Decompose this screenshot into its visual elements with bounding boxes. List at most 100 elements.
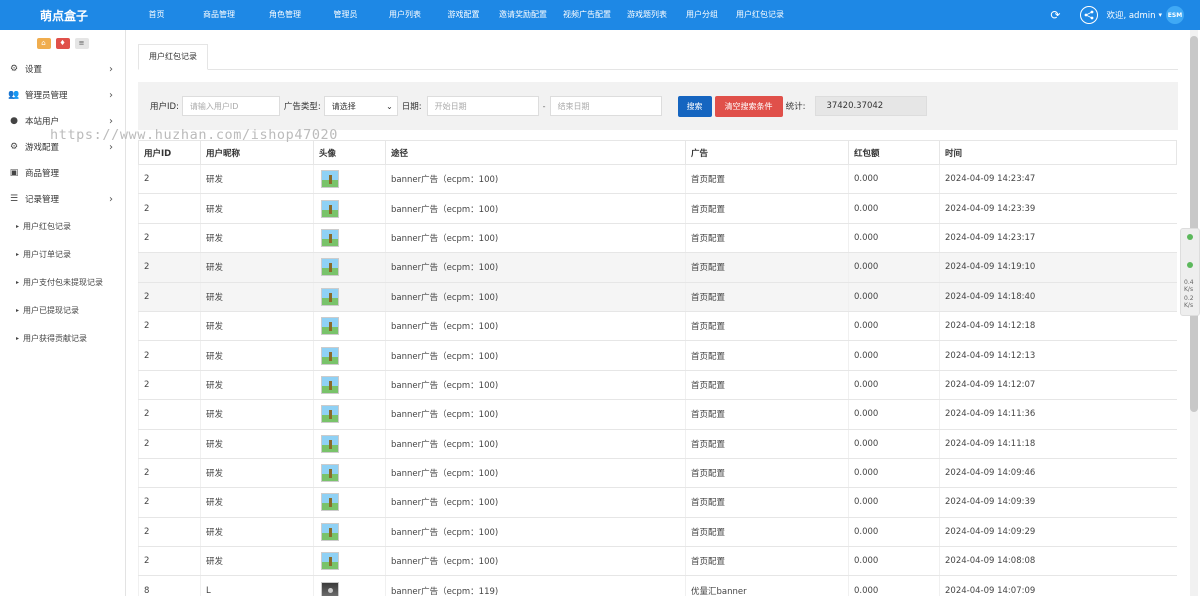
table-row[interactable]: 2 研发 banner广告（ecpm：100) 首页配置 0.000 2024-04-09… [138, 429, 1177, 459]
cell-nickname: 研发 [200, 458, 314, 489]
nav-user-groups[interactable]: 用户分组 [675, 0, 729, 30]
table-row[interactable]: 2 研发 banner广告（ecpm：100) 首页配置 0.000 2024-04-09… [138, 252, 1177, 283]
table-row[interactable]: 2 研发 banner广告（ecpm：100) 首页配置 0.000 2024-04-09… [138, 193, 1177, 224]
menu-icon[interactable]: ≡ [74, 37, 89, 49]
nav-home[interactable]: 首页 [128, 0, 185, 30]
scrollbar-thumb[interactable] [1190, 36, 1198, 412]
app-brand[interactable]: 萌点盒子 [40, 7, 88, 24]
avatar-thumbnail[interactable] [321, 405, 339, 424]
cell-ad: 首页配置 [685, 517, 849, 548]
cell-user-id: 2 [138, 517, 201, 548]
search-button[interactable]: 搜索 [677, 95, 712, 117]
sidebar-item-label: 本站用户 [25, 117, 60, 127]
cell-avatar [313, 517, 386, 548]
sidebar-item-admin-management[interactable]: 👥 管理员管理 › [0, 82, 125, 108]
nav-game-config[interactable]: 游戏配置 [436, 0, 491, 30]
nav-roles[interactable]: 角色管理 [253, 0, 317, 30]
network-speed-widget[interactable]: 0.4 K/s 0.2 K/s [1180, 228, 1200, 316]
start-date-input[interactable]: 开始日期 [426, 96, 539, 116]
table-row[interactable]: 2 研发 banner广告（ecpm：100) 首页配置 0.000 2024-04-09… [138, 340, 1177, 371]
nav-users[interactable]: 用户列表 [374, 0, 436, 30]
avatar-thumbnail[interactable] [321, 199, 339, 218]
sidebar-toggles: ⌂ ♦ ≡ [0, 30, 125, 56]
table-row[interactable]: 2 研发 banner广告（ecpm：100) 首页配置 0.000 2024-04-09… [138, 546, 1177, 577]
cell-path: banner广告（ecpm：100) [385, 399, 686, 430]
table-row[interactable]: 2 研发 banner广告（ecpm：100) 首页配置 0.000 2024-04-09… [138, 282, 1177, 312]
nav-invite-config[interactable]: 邀请奖励配置 [491, 0, 555, 30]
avatar-thumbnail[interactable] [321, 170, 339, 189]
avatar-thumbnail[interactable] [321, 552, 339, 571]
welcome-text[interactable]: 欢迎, admin [1106, 9, 1155, 21]
col-header-amount[interactable]: 红包额 [848, 140, 940, 165]
nav-admins[interactable]: 管理员 [317, 0, 374, 30]
table-row[interactable]: 2 研发 banner广告（ecpm：100) 首页配置 0.000 2024-04-09… [138, 487, 1177, 518]
col-header-user-id[interactable]: 用户ID [138, 140, 201, 165]
cell-nickname: 研发 [200, 399, 314, 430]
header-right: ⟳ 欢迎, admin ▾ ESM [1050, 0, 1184, 30]
avatar-thumbnail[interactable] [321, 287, 339, 306]
cell-user-id: 2 [138, 399, 201, 430]
user-icon[interactable]: ♦ [55, 37, 70, 49]
sidebar-item-products[interactable]: ▣ 商品管理 [0, 160, 125, 186]
avatar-thumbnail[interactable] [321, 434, 339, 453]
cell-time: 2024-04-09 14:23:47 [939, 164, 1177, 195]
avatar-thumbnail[interactable] [321, 317, 339, 336]
end-date-input[interactable]: 结束日期 [549, 96, 662, 116]
user-id-input[interactable]: 请输入用户ID [181, 96, 280, 116]
sidebar-sub-redpacket-records[interactable]: ▸ 用户红包记录 [0, 212, 125, 240]
cell-path: banner广告（ecpm：100) [385, 193, 686, 224]
table-row[interactable]: 2 研发 banner广告（ecpm：100) 首页配置 0.000 2024-04-09… [138, 399, 1177, 430]
chevron-right-icon: › [109, 141, 113, 153]
col-header-ad[interactable]: 广告 [685, 140, 849, 165]
table-header-row: 用户ID 用户昵称 头像 途径 广告 红包额 时间 [138, 140, 1177, 165]
table-row[interactable]: 8 Lbanner广告（ecpm：119) 优量汇banner 0.000 2024-0… [138, 575, 1177, 596]
refresh-icon[interactable]: ⟳ [1050, 8, 1060, 22]
avatar-thumbnail[interactable] [321, 581, 339, 596]
cell-user-id: 2 [138, 164, 201, 195]
nav-game-questions[interactable]: 游戏题列表 [619, 0, 675, 30]
avatar-thumbnail[interactable] [321, 346, 339, 365]
sidebar-item-records[interactable]: ☰ 记录管理 › [0, 186, 125, 212]
sidebar-sub-order-records[interactable]: ▸ 用户订单记录 [0, 240, 125, 268]
table-row[interactable]: 2 研发 banner广告（ecpm：100) 首页配置 0.000 2024-04-09… [138, 311, 1177, 342]
nav-redpacket-records[interactable]: 用户红包记录 [729, 0, 791, 30]
share-icon[interactable] [1080, 6, 1099, 24]
nav-video-ad-config[interactable]: 视频广告配置 [555, 0, 619, 30]
col-header-nickname[interactable]: 用户昵称 [200, 140, 314, 165]
ad-type-select[interactable]: 请选择 ⌄ [323, 96, 398, 116]
cell-time: 2024-04-09 14:09:46 [939, 458, 1177, 489]
sidebar-sub-withdrawn-records[interactable]: ▸ 用户已提现记录 [0, 296, 125, 324]
cell-user-id: 2 [138, 252, 201, 283]
avatar-thumbnail[interactable] [321, 228, 339, 247]
cell-nickname: L [200, 575, 314, 596]
avatar[interactable]: ESM [1166, 6, 1184, 24]
gift-icon: ▣ [9, 168, 19, 178]
avatar-thumbnail[interactable] [321, 375, 339, 394]
nav-products[interactable]: 商品管理 [185, 0, 253, 30]
col-header-avatar[interactable]: 头像 [313, 140, 386, 165]
table-row[interactable]: 2 研发 banner广告（ecpm：100) 首页配置 0.000 2024-04-09… [138, 164, 1177, 195]
chevron-down-icon[interactable]: ▾ [1158, 11, 1162, 19]
cell-time: 2024-04-09 14:23:17 [939, 223, 1177, 254]
tab-redpacket-records[interactable]: 用户红包记录 [138, 44, 208, 70]
table-row[interactable]: 2 研发 banner广告（ecpm：100) 首页配置 0.000 2024-04-09… [138, 370, 1177, 401]
cell-time: 2024-04-09 14:23:39 [939, 193, 1177, 224]
sidebar-item-settings[interactable]: ⚙ 设置 › [0, 56, 125, 82]
table-row[interactable]: 2 研发 banner广告（ecpm：100) 首页配置 0.000 2024-04-09… [138, 223, 1177, 254]
home-icon[interactable]: ⌂ [36, 37, 51, 49]
col-header-time[interactable]: 时间 [939, 140, 1177, 165]
table-row[interactable]: 2 研发 banner广告（ecpm：100) 首页配置 0.000 2024-04-09… [138, 517, 1177, 548]
sidebar-sub-unwithdrawn-records[interactable]: ▸ 用户支付包未提现记录 [0, 268, 125, 296]
avatar-thumbnail[interactable] [321, 464, 339, 483]
cell-ad: 首页配置 [685, 399, 849, 430]
avatar-thumbnail[interactable] [321, 258, 339, 277]
sidebar-sub-contribution-records[interactable]: ▸ 用户获得贡献记录 [0, 324, 125, 352]
date-separator: - [542, 101, 546, 111]
user-icon: ● [10, 116, 18, 126]
table-row[interactable]: 2 研发 banner广告（ecpm：100) 首页配置 0.000 2024-04-09… [138, 458, 1177, 489]
avatar-thumbnail[interactable] [321, 493, 339, 512]
col-header-path[interactable]: 途径 [385, 140, 686, 165]
clear-search-button[interactable]: 清空搜索条件 [714, 95, 783, 117]
sidebar-sub-label: 用户获得贡献记录 [23, 333, 88, 343]
avatar-thumbnail[interactable] [321, 522, 339, 541]
